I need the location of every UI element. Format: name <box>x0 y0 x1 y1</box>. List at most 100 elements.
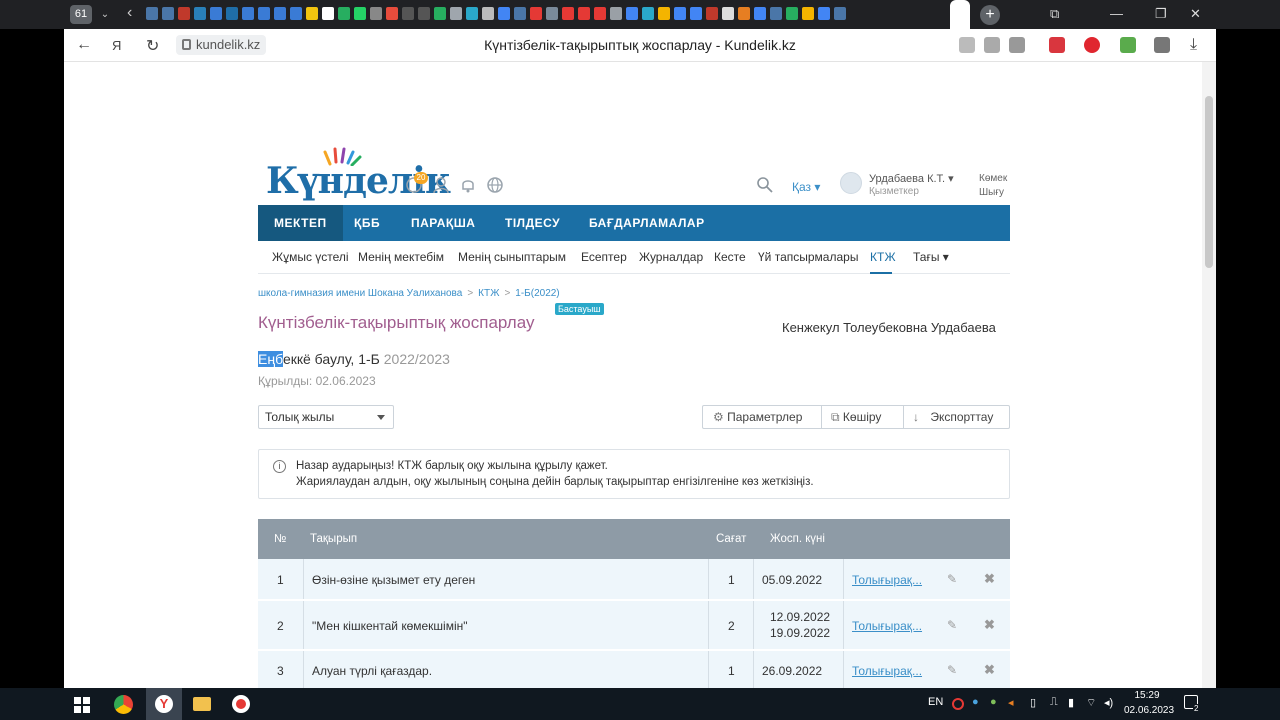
tab-favicon[interactable] <box>722 7 734 20</box>
clock-date[interactable]: 02.06.2023 <box>1124 705 1174 716</box>
tab-favicon[interactable] <box>146 7 158 20</box>
reload-icon[interactable]: ↻ <box>146 36 159 56</box>
new-tab-button[interactable]: + <box>980 5 1000 25</box>
pencil-icon[interactable]: ✎ <box>947 663 957 688</box>
tab-favicon[interactable] <box>194 7 206 20</box>
col-hours[interactable]: Сағат <box>716 533 746 545</box>
tab-favicon[interactable] <box>370 7 382 20</box>
tab-favicon[interactable] <box>802 7 814 20</box>
globe-icon[interactable] <box>486 176 504 194</box>
minimize-button[interactable]: — <box>1110 6 1123 21</box>
extension-icon[interactable] <box>1049 37 1065 53</box>
tab-favicon[interactable] <box>258 7 270 20</box>
windows-start-icon[interactable] <box>74 697 90 713</box>
recording-tray-icon[interactable] <box>952 698 964 710</box>
tab-favicon[interactable] <box>514 7 526 20</box>
main-nav-school[interactable]: МЕКТЕП <box>258 205 343 241</box>
subnav-more[interactable]: Тағы ▾ <box>913 250 949 264</box>
close-window-button[interactable]: ✕ <box>1190 6 1201 22</box>
breadcrumb-ktzh[interactable]: КТЖ <box>478 288 499 299</box>
tab-favicon[interactable] <box>274 7 286 20</box>
profile-icon[interactable] <box>432 176 450 194</box>
tab-favicon[interactable] <box>178 7 190 20</box>
tab-favicon[interactable] <box>498 7 510 20</box>
tab-count-button[interactable]: 61 <box>70 5 92 24</box>
main-nav-page[interactable]: ПАРАҚША <box>411 205 475 241</box>
clock-time[interactable]: 15:29 <box>1124 690 1170 701</box>
logout-link[interactable]: Шығу <box>979 187 1004 198</box>
tab-manager-icon[interactable]: ⧉ <box>1050 6 1059 22</box>
keyboard-language[interactable]: EN <box>928 696 943 708</box>
col-topic[interactable]: Тақырып <box>310 533 357 545</box>
adblock-icon[interactable] <box>1084 37 1100 53</box>
tab-favicon[interactable] <box>642 7 654 20</box>
tab-favicon[interactable] <box>818 7 830 20</box>
tab-favicon[interactable] <box>226 7 238 20</box>
tray-app-icon[interactable]: ● <box>990 696 997 708</box>
subnav-my-classes[interactable]: Менің сыныптарым <box>458 250 566 264</box>
avatar[interactable] <box>840 172 862 194</box>
tab-favicon[interactable] <box>546 7 558 20</box>
tab-favicon[interactable] <box>386 7 398 20</box>
tab-favicon[interactable] <box>530 7 542 20</box>
tab-favicon[interactable] <box>466 7 478 20</box>
search-icon[interactable] <box>756 176 774 194</box>
chrome-icon[interactable] <box>114 695 133 714</box>
tab-favicon[interactable] <box>210 7 222 20</box>
tab-favicon[interactable] <box>338 7 350 20</box>
export-button[interactable]: ↓ Экспорттау <box>913 406 993 428</box>
main-nav-kbb[interactable]: ҚББ <box>354 205 380 241</box>
extensions-menu-icon[interactable] <box>1154 37 1170 53</box>
scrollbar-thumb[interactable] <box>1205 96 1213 268</box>
language-selector[interactable]: Қаз ▾ <box>792 180 820 194</box>
subnav-schedule[interactable]: Кесте <box>714 250 746 264</box>
tab-favicon[interactable] <box>834 7 846 20</box>
tab-favicon[interactable] <box>754 7 766 20</box>
tray-app-icon[interactable]: ◂ <box>1008 696 1014 709</box>
tab-favicon[interactable] <box>610 7 622 20</box>
help-link[interactable]: Көмек <box>979 173 1007 184</box>
network-tray-icon[interactable]: ⎍ <box>1050 696 1058 709</box>
tab-favicon[interactable] <box>786 7 798 20</box>
parameters-button[interactable]: ⚙ Параметрлер <box>713 406 802 428</box>
tab-favicon[interactable] <box>322 7 334 20</box>
tab-favicon[interactable] <box>418 7 430 20</box>
tab-favicon[interactable] <box>738 7 750 20</box>
col-plan-date[interactable]: Жосп. күні <box>770 533 825 545</box>
maximize-button[interactable]: ❐ <box>1155 6 1167 22</box>
page-scrollbar[interactable] <box>1202 62 1216 688</box>
translate-icon[interactable] <box>959 37 975 53</box>
tab-favicon[interactable] <box>434 7 446 20</box>
subnav-desktop[interactable]: Жұмыс үстелі <box>272 250 349 264</box>
tab-favicon[interactable] <box>658 7 670 20</box>
extension-icon[interactable] <box>1120 37 1136 53</box>
main-nav-programs[interactable]: БАҒДАРЛАМАЛАР <box>589 205 705 241</box>
download-icon[interactable]: ⤓ <box>1190 36 1197 54</box>
kundelik-logo[interactable]: Күнделік <box>264 146 451 202</box>
row-more-link[interactable]: Толығырақ... <box>852 664 922 688</box>
security-tray-icon[interactable]: ▯ <box>1030 696 1036 709</box>
folder-icon[interactable] <box>193 697 211 711</box>
tabs-scroll-left-icon[interactable]: ‹ <box>127 4 132 22</box>
yandex-icon[interactable]: Я <box>112 38 121 53</box>
tab-favicon[interactable] <box>354 7 366 20</box>
tab-favicon[interactable] <box>578 7 590 20</box>
tab-favicon[interactable] <box>290 7 302 20</box>
active-tab[interactable] <box>950 0 970 29</box>
back-button[interactable]: ← <box>76 36 92 54</box>
delete-icon[interactable]: ✖ <box>984 662 995 688</box>
tab-list-dropdown[interactable]: ⌄ <box>95 5 115 24</box>
microphone-icon[interactable]: ▮ <box>1068 696 1074 709</box>
location-tray-icon[interactable]: ● <box>972 696 979 708</box>
tab-favicon[interactable] <box>674 7 686 20</box>
yandex-browser-taskbar-button[interactable]: Y <box>146 688 182 720</box>
tab-favicon[interactable] <box>770 7 782 20</box>
tab-favicon[interactable] <box>562 7 574 20</box>
tab-favicon[interactable] <box>162 7 174 20</box>
subnav-homework[interactable]: Үй тапсырмалары <box>758 250 858 264</box>
breadcrumb-class[interactable]: 1-Б(2022) <box>515 288 559 299</box>
copy-button[interactable]: ⧉ Көшіру <box>831 406 881 428</box>
tab-favicon[interactable] <box>402 7 414 20</box>
user-menu[interactable]: Урдабаева К.Т. ▾ <box>869 172 954 185</box>
subnav-reports[interactable]: Есептер <box>581 250 627 264</box>
